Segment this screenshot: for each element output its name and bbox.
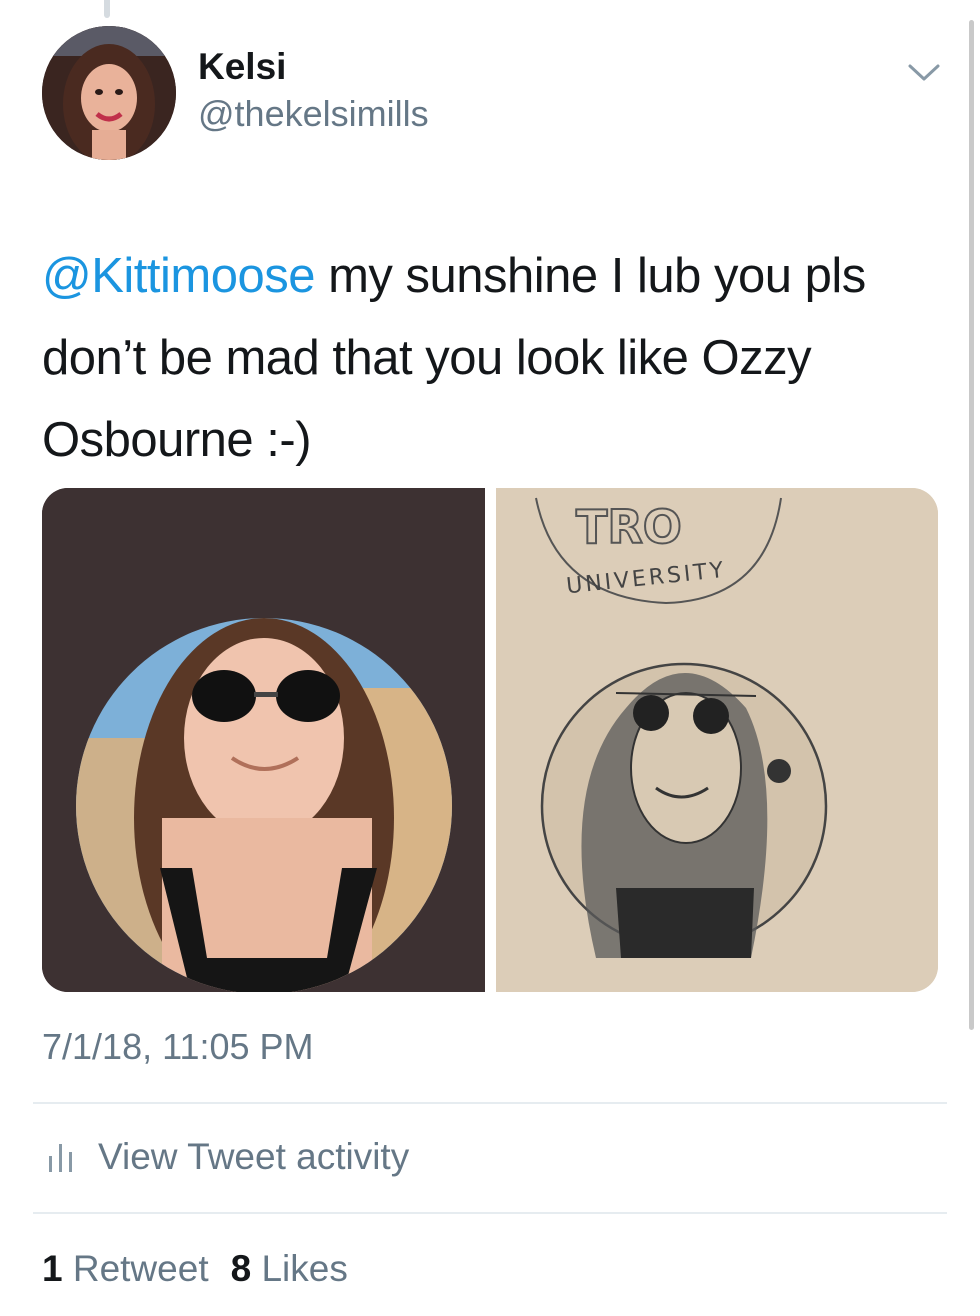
likes-count: 8 bbox=[230, 1248, 252, 1289]
likes-label: Likes bbox=[261, 1248, 348, 1289]
pencil-drawing-image: UNIVERSITY TRO bbox=[496, 488, 938, 992]
avatar-image bbox=[42, 26, 176, 160]
tweet-text: @Kittimoose my sunshine I lub you pls do… bbox=[42, 235, 952, 481]
divider-bottom bbox=[33, 1212, 947, 1214]
bar-chart-icon bbox=[49, 1144, 72, 1172]
thread-connector-line bbox=[104, 0, 110, 18]
chevron-down-icon[interactable] bbox=[906, 60, 942, 84]
scrollbar[interactable] bbox=[969, 20, 974, 1030]
retweets-count: 1 bbox=[42, 1248, 63, 1289]
author-handle[interactable]: @thekelsimills bbox=[198, 93, 429, 135]
media-drawing-right[interactable]: UNIVERSITY TRO bbox=[496, 488, 938, 992]
svg-text:TRO: TRO bbox=[576, 500, 682, 554]
profile-photo-image bbox=[42, 488, 485, 992]
retweets-label: Retweet bbox=[72, 1248, 209, 1289]
view-tweet-activity-label: View Tweet activity bbox=[98, 1136, 410, 1177]
media-photo-left[interactable] bbox=[42, 488, 485, 992]
author-name[interactable]: Kelsi bbox=[198, 46, 286, 88]
tweet-timestamp: 7/1/18, 11:05 PM bbox=[42, 1026, 314, 1067]
author-avatar[interactable] bbox=[42, 26, 176, 160]
view-tweet-activity-link[interactable]: View Tweet activity bbox=[46, 1132, 409, 1182]
likes-stat[interactable]: 8 Likes bbox=[231, 1248, 348, 1290]
tweet-stats: 1 Retweet 8 Likes bbox=[42, 1248, 370, 1290]
mention-link[interactable]: @Kittimoose bbox=[42, 249, 316, 303]
retweets-stat[interactable]: 1 Retweet bbox=[42, 1248, 209, 1290]
divider-top bbox=[33, 1102, 947, 1104]
